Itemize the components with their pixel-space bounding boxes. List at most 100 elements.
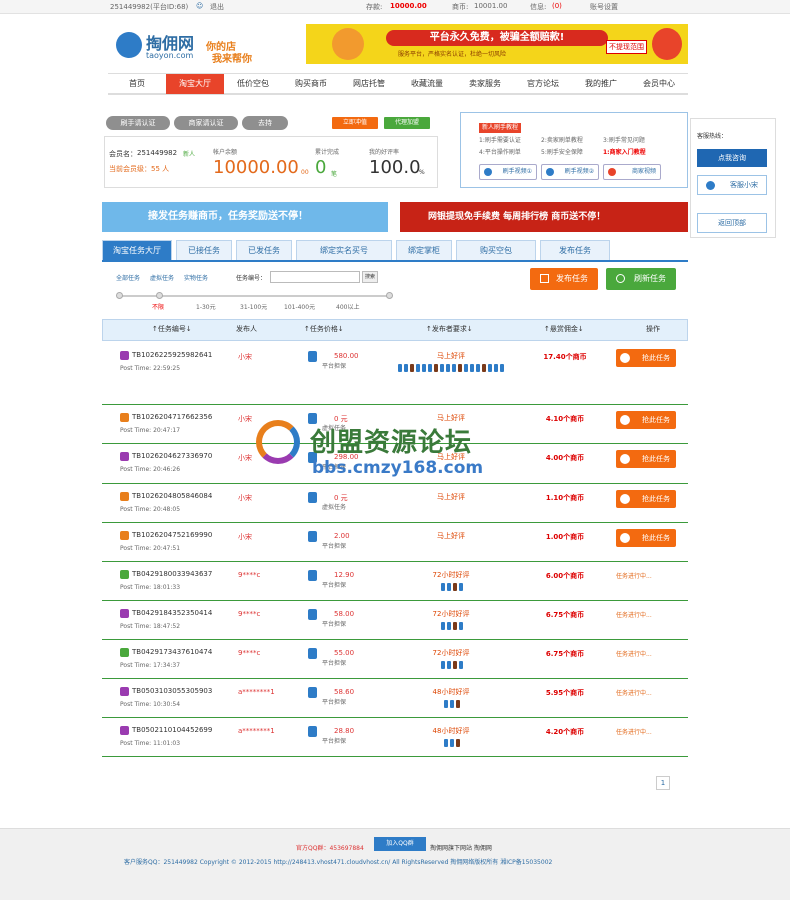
nav-member-center[interactable]: 会员中心 — [630, 78, 688, 89]
tutorial-item-3[interactable]: 3:刷手常见问题 — [603, 135, 645, 144]
grab-task-button[interactable]: 抢此任务 — [616, 349, 676, 367]
tab-accepted[interactable]: 已接任务 — [176, 240, 232, 260]
grab-label: 抢此任务 — [642, 416, 670, 424]
tab-taobao-hall[interactable]: 淘宝任务大厅 — [102, 240, 172, 260]
nav-traffic[interactable]: 收藏流量 — [398, 78, 456, 89]
msg-label: 信息: — [530, 3, 547, 11]
search-button[interactable]: 搜索 — [362, 271, 378, 283]
recharge-button[interactable]: 立即冲值 — [332, 117, 378, 129]
watermark-title: 创盟资源论坛 — [310, 428, 473, 458]
tab-verify-seller[interactable]: 商家请认证 — [174, 116, 238, 130]
logo-icon[interactable] — [116, 32, 142, 58]
slider-handle-mid[interactable] — [156, 292, 163, 299]
task-id[interactable]: TB0502110104452699 — [132, 726, 212, 734]
task-id[interactable]: TB1026204752169990 — [132, 531, 212, 539]
th-price[interactable]: ↑任务价格↓ — [304, 324, 344, 334]
task-id[interactable]: TB0429184352350414 — [132, 609, 212, 617]
refresh-task-button[interactable]: 刷新任务 — [606, 268, 676, 290]
th-reward[interactable]: ↑悬赏佣金↓ — [544, 324, 584, 334]
slider-handle-right[interactable] — [386, 292, 393, 299]
back-to-top-button[interactable]: 返回顶部 — [697, 213, 767, 233]
requirement-tag — [500, 364, 504, 372]
filter-real[interactable]: 实物任务 — [184, 273, 208, 282]
logout-link[interactable]: 退出 — [210, 2, 224, 12]
account-settings[interactable]: 账号设置 — [590, 2, 618, 12]
header-banner[interactable]: 平台永久免费，被骗全额赔款! 服务平台，严格实名认证，杜绝一切风险 不提现范围 — [306, 24, 688, 64]
member-level: 当前会员级：55 人 — [109, 165, 170, 173]
task-id-input[interactable] — [270, 271, 360, 283]
refresh-icon — [616, 274, 625, 283]
publish-label: 发布任务 — [556, 274, 588, 283]
join-qq-button[interactable]: 加入QQ群 — [374, 837, 426, 851]
requirement-tags — [402, 660, 502, 672]
task-type-icon — [120, 726, 129, 735]
nav-promotion[interactable]: 我的推广 — [572, 78, 630, 89]
tab-bind-shop[interactable]: 绑定掌柜 — [396, 240, 452, 260]
requirement-tag — [450, 739, 454, 747]
tutorial-item-2[interactable]: 2:卖家刷单教程 — [541, 135, 583, 144]
tab-buy-package[interactable]: 购买空包 — [456, 240, 536, 260]
filter-all[interactable]: 全部任务 — [116, 273, 140, 282]
video-buyer-1[interactable]: 刷手视频① — [479, 164, 537, 180]
logo-domain: taoyon.com — [146, 51, 194, 60]
task-type-icon — [120, 351, 129, 360]
tab-hold[interactable]: 去持 — [242, 116, 288, 130]
reward: 1.10个商币 — [545, 494, 585, 502]
reward: 6.75个商币 — [545, 611, 585, 619]
tab-publish[interactable]: 发布任务 — [540, 240, 610, 260]
task-id[interactable]: TB1026204717662356 — [132, 413, 212, 421]
task-id[interactable]: TB1026225925982641 — [132, 351, 212, 359]
nav-store-hosting[interactable]: 网店托管 — [340, 78, 398, 89]
tutorial-item-4[interactable]: 4:平台操作刷单 — [479, 147, 521, 156]
nav-home[interactable]: 首页 — [108, 78, 166, 89]
msg-value[interactable]: (0) — [552, 2, 562, 10]
task-id[interactable]: TB0429173437610474 — [132, 648, 212, 656]
th-task-id[interactable]: ↑任务编号↓ — [152, 324, 192, 334]
penguin-icon — [620, 454, 630, 464]
tab-bind-buyer[interactable]: 绑定实名买号 — [296, 240, 392, 260]
grab-task-button[interactable]: 抢此任务 — [616, 529, 676, 547]
filter-virtual[interactable]: 虚拟任务 — [150, 273, 174, 282]
task-id[interactable]: TB1026204627336970 — [132, 452, 212, 460]
nav-taobao-hall[interactable]: 淘宝大厅 — [166, 74, 224, 94]
promo-right[interactable]: 网银提现免手续费 每周排行榜 商币送不停！ — [400, 202, 688, 232]
tutorial-item-5[interactable]: 5:刷手安全保障 — [541, 147, 583, 156]
agent-button[interactable]: 代理加盟 — [384, 117, 430, 129]
publisher: 小宋 — [238, 415, 252, 423]
user-icon: ☺ — [196, 2, 204, 10]
nav-forum[interactable]: 官方论坛 — [514, 78, 572, 89]
deposit-value[interactable]: 10000.00 — [390, 2, 427, 10]
th-requirements[interactable]: ↑发布者要求↓ — [426, 324, 473, 334]
grab-task-button[interactable]: 抢此任务 — [616, 450, 676, 468]
task-type-icon — [120, 452, 129, 461]
requirement: 马上好评 — [437, 532, 465, 540]
service-button[interactable]: 客服小宋 — [697, 175, 767, 195]
nav-buy-coins[interactable]: 购买商币 — [282, 78, 340, 89]
nav-cheap-package[interactable]: 低价空包 — [224, 78, 282, 89]
nav-seller-service[interactable]: 卖家服务 — [456, 78, 514, 89]
promo-left[interactable]: 接发任务赚商币，任务奖励送不停！ — [102, 202, 388, 232]
member-name: 251449982 — [137, 149, 178, 157]
task-id[interactable]: TB0429180033943637 — [132, 570, 212, 578]
user-link[interactable]: 251449982(平台ID:68) — [110, 2, 188, 12]
grab-task-button[interactable]: 抢此任务 — [616, 490, 676, 508]
post-time: Post Time: 20:47:51 — [120, 545, 181, 552]
task-id[interactable]: TB1026204805846084 — [132, 492, 212, 500]
task-id[interactable]: TB0503103055305903 — [132, 687, 212, 695]
video-buyer-2[interactable]: 刷手视频② — [541, 164, 599, 180]
qq-consult-button[interactable]: 点我咨询 — [697, 149, 767, 167]
slider-handle-left[interactable] — [116, 292, 123, 299]
tab-published[interactable]: 已发任务 — [236, 240, 292, 260]
table-row: TB1026225925982641 Post Time: 22:59:25 小… — [102, 343, 688, 405]
tutorial-item-6[interactable]: 1:商家入门教程 — [603, 147, 646, 156]
video-seller[interactable]: 商家视频 — [603, 164, 661, 180]
tab-verify-buyer[interactable]: 刷手请认证 — [106, 116, 170, 130]
task-price: 58.00 — [334, 610, 355, 618]
publisher: 9****c — [238, 610, 261, 618]
page-button[interactable]: 1 — [656, 776, 670, 790]
coins-value[interactable]: 10001.00 — [474, 2, 507, 10]
tutorial-item-1[interactable]: 1:刷手需要认证 — [479, 135, 521, 144]
publish-task-button[interactable]: 发布任务 — [530, 268, 598, 290]
grab-task-button[interactable]: 抢此任务 — [616, 411, 676, 429]
rate-label: 我的好评率 — [369, 149, 400, 156]
